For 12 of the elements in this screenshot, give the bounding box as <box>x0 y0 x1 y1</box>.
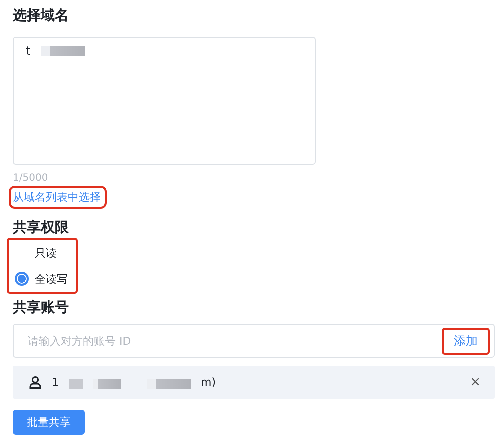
account-text: 1 <box>52 376 59 389</box>
remove-button[interactable]: × <box>470 375 481 390</box>
permission-radio[interactable]: 全读写 <box>15 270 68 288</box>
section-title: 选择域名 <box>13 7 70 26</box>
account-input[interactable]: 请输入对方的账号 ID 添加 <box>13 324 495 358</box>
add-button[interactable]: 添加 <box>442 328 490 354</box>
section-title: 共享账号 <box>13 298 70 318</box>
character-counter: 1/5000 <box>13 172 50 186</box>
permission-radio[interactable]: 只读 <box>15 244 68 262</box>
section-title: 共享权限 <box>13 218 70 238</box>
account-text: m) <box>201 376 216 389</box>
domain-textarea[interactable]: t <box>13 37 316 165</box>
